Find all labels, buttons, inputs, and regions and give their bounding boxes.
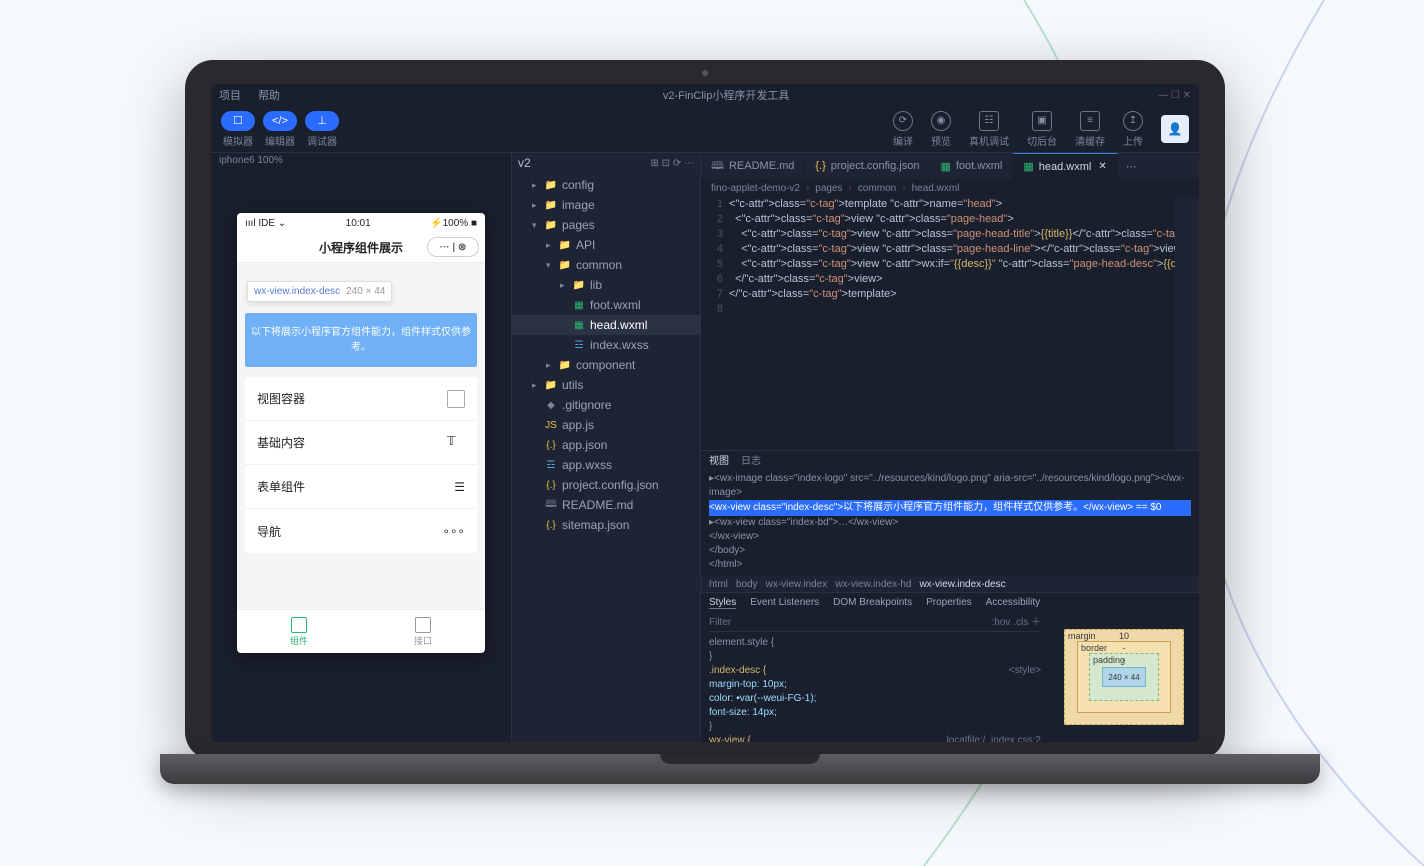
simulator-panel: iphone6 100% ıııl IDE ⌄10:01⚡100% ■ 小程序组… — [211, 153, 511, 742]
text-icon: 𝕋 — [447, 434, 465, 452]
elements-panel[interactable]: ▸<wx-image class="index-logo" src="../re… — [701, 468, 1199, 576]
minimap[interactable] — [1175, 197, 1199, 450]
styles-rules[interactable]: Filter :hov .cls ＋ element.style { } .in… — [701, 612, 1049, 742]
more-icon: ∘∘∘ — [442, 524, 465, 538]
cpu-icon — [415, 617, 431, 633]
simulator-device-info: iphone6 100% — [211, 153, 511, 173]
tree-node-component[interactable]: ▸📁component — [512, 355, 700, 375]
tree-node-API[interactable]: ▸📁API — [512, 235, 700, 255]
menu-project[interactable]: 项目 — [219, 90, 241, 102]
tree-node-pages[interactable]: ▾📁pages — [512, 215, 700, 235]
devtools-mode-tabs: 视图 日志 — [701, 450, 1199, 468]
box-model[interactable]: margin10 border- padding- 240 × 44 — [1049, 612, 1199, 742]
ide-window: 项目 帮助 v2-FinClip小程序开发工具 — ☐ ✕ ☐模拟器 </>编辑… — [211, 84, 1199, 742]
close-tab-icon[interactable]: ✕ — [1098, 161, 1106, 172]
devtools-tab-elements[interactable]: 视图 — [709, 452, 729, 467]
container-icon — [447, 390, 465, 408]
element-crumb[interactable]: wx-view.index-desc — [919, 579, 1005, 590]
tree-node-index.wxss[interactable]: ☲index.wxss — [512, 335, 700, 355]
tree-node-app.json[interactable]: {.}app.json — [512, 435, 700, 455]
code-editor[interactable]: 12345678 <"c-attr">class="c-tag">templat… — [701, 197, 1199, 450]
tree-node-image[interactable]: ▸📁image — [512, 195, 700, 215]
styles-tab-styles[interactable]: Styles — [709, 597, 736, 609]
tree-node-README.md[interactable]: 🕮README.md — [512, 495, 700, 515]
styles-tab-dom-breakpoints[interactable]: DOM Breakpoints — [833, 597, 912, 608]
grid-icon — [291, 617, 307, 633]
tabs-overflow[interactable]: ⋯ — [1118, 153, 1145, 179]
editor-tab-README.md[interactable]: 🕮README.md — [701, 153, 805, 179]
menu-item-view-container[interactable]: 视图容器 — [245, 377, 477, 421]
styles-filter-input[interactable]: Filter — [709, 616, 731, 630]
toggle-editor[interactable]: </>编辑器 — [263, 111, 297, 148]
editor-tab-head.wxml[interactable]: ▦head.wxml✕ — [1013, 153, 1117, 179]
tree-node-config[interactable]: ▸📁config — [512, 175, 700, 195]
phone-nav-bar: 小程序组件展示 ··· | ⊗ — [237, 233, 485, 263]
inspect-tooltip: wx-view.index-desc 240 × 44 — [247, 281, 392, 302]
element-crumb[interactable]: html — [709, 579, 728, 590]
editor-tab-project.config.json[interactable]: {.}project.config.json — [805, 153, 930, 179]
tree-node-.gitignore[interactable]: ◆.gitignore — [512, 395, 700, 415]
file-explorer: v2 ⊞ ⊡ ⟳ ⋯ ▸📁config▸📁image▾📁pages▸📁API▾📁… — [511, 153, 701, 742]
list-icon: ☰ — [454, 480, 465, 494]
tree-node-app.js[interactable]: JSapp.js — [512, 415, 700, 435]
menu-help[interactable]: 帮助 — [258, 90, 280, 102]
selected-element[interactable]: <wx-view class="index-desc">以下将展示小程序官方组件… — [709, 500, 1191, 516]
editor-tab-foot.wxml[interactable]: ▦foot.wxml — [930, 153, 1013, 179]
phone-tabbar: 组件 接口 — [237, 609, 485, 653]
element-crumb[interactable]: body — [736, 579, 758, 590]
element-crumb[interactable]: wx-view.index-hd — [835, 579, 911, 590]
simulator-phone[interactable]: ıııl IDE ⌄10:01⚡100% ■ 小程序组件展示 ··· | ⊗ w… — [237, 213, 485, 653]
menu-list: 视图容器 基础内容𝕋 表单组件☰ 导航∘∘∘ — [245, 377, 477, 553]
styles-tab-event-listeners[interactable]: Event Listeners — [750, 597, 819, 608]
tree-node-sitemap.json[interactable]: {.}sitemap.json — [512, 515, 700, 535]
tree-node-foot.wxml[interactable]: ▦foot.wxml — [512, 295, 700, 315]
laptop-base — [160, 754, 1320, 784]
toolbar: ☐模拟器 </>编辑器 ⊥调试器 ⟳编译 ◉预览 ☷真机调试 ▣切后台 ≡清缓存… — [211, 106, 1199, 152]
explorer-actions[interactable]: ⊞ ⊡ ⟳ ⋯ — [651, 158, 694, 169]
upload-button[interactable]: ↥上传 — [1123, 111, 1143, 148]
devtools-tab-console[interactable]: 日志 — [741, 452, 761, 467]
menu-item-navigation[interactable]: 导航∘∘∘ — [245, 509, 477, 553]
tab-components[interactable]: 组件 — [237, 610, 361, 653]
tree-node-utils[interactable]: ▸📁utils — [512, 375, 700, 395]
window-title: v2-FinClip小程序开发工具 — [294, 87, 1158, 103]
styles-tabs: Styles Event Listeners DOM Breakpoints Prop… — [701, 592, 1199, 612]
window-controls[interactable]: — ☐ ✕ — [1158, 90, 1191, 101]
element-breadcrumbs[interactable]: html body wx-view.index wx-view.index-hd wx-… — [701, 576, 1199, 592]
box-content-size: 240 × 44 — [1102, 667, 1146, 687]
styles-hov-cls[interactable]: :hov .cls ＋ — [992, 616, 1041, 630]
tree-node-common[interactable]: ▾📁common — [512, 255, 700, 275]
project-root[interactable]: v2 — [518, 156, 531, 170]
menu-item-basic-content[interactable]: 基础内容𝕋 — [245, 421, 477, 465]
camera-dot — [702, 70, 708, 76]
element-crumb[interactable]: wx-view.index — [766, 579, 828, 590]
clear-cache-button[interactable]: ≡清缓存 — [1075, 111, 1105, 148]
user-avatar[interactable]: 👤 — [1161, 115, 1189, 143]
tree-node-head.wxml[interactable]: ▦head.wxml — [512, 315, 700, 335]
tree-node-app.wxss[interactable]: ☲app.wxss — [512, 455, 700, 475]
styles-tab-accessibility[interactable]: Accessibility — [986, 597, 1040, 608]
capsule-button[interactable]: ··· | ⊗ — [427, 237, 479, 257]
app-title: 小程序组件展示 — [319, 239, 403, 256]
title-bar: 项目 帮助 v2-FinClip小程序开发工具 — ☐ ✕ — [211, 84, 1199, 106]
toggle-simulator[interactable]: ☐模拟器 — [221, 111, 255, 148]
index-desc[interactable]: 以下将展示小程序官方组件能力，组件样式仅供参考。 — [245, 313, 477, 367]
preview-button[interactable]: ◉预览 — [931, 111, 951, 148]
remote-debug-button[interactable]: ☷真机调试 — [969, 111, 1009, 148]
phone-status-bar: ıııl IDE ⌄10:01⚡100% ■ — [237, 213, 485, 233]
styles-tab-properties[interactable]: Properties — [926, 597, 972, 608]
tree-node-lib[interactable]: ▸📁lib — [512, 275, 700, 295]
compile-button[interactable]: ⟳编译 — [893, 111, 913, 148]
menu-item-form[interactable]: 表单组件☰ — [245, 465, 477, 509]
background-button[interactable]: ▣切后台 — [1027, 111, 1057, 148]
tab-api[interactable]: 接口 — [361, 610, 485, 653]
breadcrumbs[interactable]: fino-applet-demo-v2›pages›common›head.wx… — [701, 179, 1199, 197]
tree-node-project.config.json[interactable]: {.}project.config.json — [512, 475, 700, 495]
editor-tabs: 🕮README.md{.}project.config.json▦foot.wx… — [701, 153, 1199, 179]
toggle-debugger[interactable]: ⊥调试器 — [305, 111, 339, 148]
laptop-frame: 项目 帮助 v2-FinClip小程序开发工具 — ☐ ✕ ☐模拟器 </>编辑… — [160, 60, 1250, 780]
